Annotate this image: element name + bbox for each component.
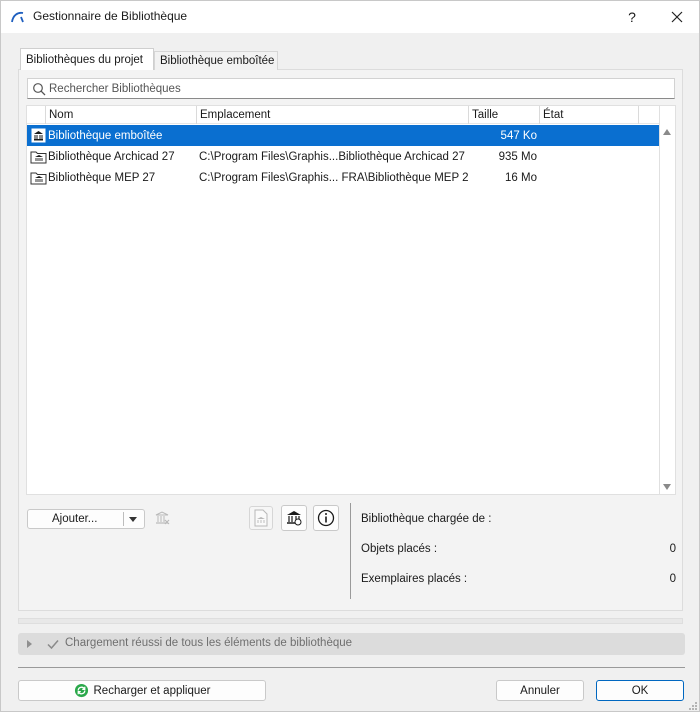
close-button[interactable] xyxy=(666,6,688,28)
tab-embedded-library[interactable]: Bibliothèque emboîtée xyxy=(154,51,278,70)
table-row[interactable]: Bibliothèque emboîtée 547 Ko xyxy=(27,125,659,146)
ok-button[interactable]: OK xyxy=(596,680,684,701)
row-size: 935 Mo xyxy=(498,150,537,163)
reload-icon xyxy=(74,683,88,698)
table-row[interactable]: Bibliothèque MEP 27 C:\Program Files\Gra… xyxy=(27,167,659,188)
info-divider xyxy=(350,503,351,599)
remove-library-button[interactable] xyxy=(150,506,174,530)
expand-arrow-icon[interactable] xyxy=(27,640,32,648)
placed-instances-value: 0 xyxy=(669,573,676,585)
new-library-icon xyxy=(254,509,268,527)
resize-grip-icon[interactable] xyxy=(688,701,698,711)
library-manage-icon xyxy=(287,511,302,526)
placed-objects-label: Objets placés : xyxy=(361,543,438,555)
new-library-button[interactable] xyxy=(249,506,273,530)
status-text: Chargement réussi de tous les éléments d… xyxy=(65,637,353,649)
status-bar[interactable]: Chargement réussi de tous les éléments d… xyxy=(18,633,685,655)
loaded-from-label: Bibliothèque chargée de : xyxy=(361,513,492,525)
scroll-up-arrow-icon[interactable] xyxy=(663,129,671,135)
table-header: Nom Emplacement Taille État xyxy=(27,106,659,124)
placed-objects-value: 0 xyxy=(669,543,676,555)
library-table: Nom Emplacement Taille État Bibliothèque… xyxy=(26,105,660,495)
help-button[interactable]: ? xyxy=(621,6,643,28)
library-manage-button[interactable] xyxy=(281,505,307,531)
tab-project-libraries[interactable]: Bibliothèques du projet xyxy=(20,48,154,70)
search-input[interactable] xyxy=(49,80,669,97)
column-header-state[interactable]: État xyxy=(540,106,639,124)
row-state xyxy=(542,146,637,167)
scroll-down-arrow-icon[interactable] xyxy=(663,484,671,490)
search-icon xyxy=(33,83,46,96)
footer-divider xyxy=(18,667,685,668)
cancel-button[interactable]: Annuler xyxy=(496,680,584,701)
row-size: 16 Mo xyxy=(505,171,537,184)
column-header-location[interactable]: Emplacement xyxy=(197,106,469,124)
info-icon xyxy=(317,509,335,527)
row-location: C:\Program Files\Graphis... FRA\Biblioth… xyxy=(199,171,469,184)
title-bar: Gestionnaire de Bibliothèque ? xyxy=(1,1,699,33)
column-header-size[interactable]: Taille xyxy=(469,106,540,124)
table-scrollbar[interactable] xyxy=(660,105,676,495)
library-manager-dialog: Gestionnaire de Bibliothèque ? Bibliothè… xyxy=(0,0,700,712)
window-title: Gestionnaire de Bibliothèque xyxy=(33,9,188,23)
row-name: Bibliothèque Archicad 27 xyxy=(48,150,175,163)
table-row[interactable]: Bibliothèque Archicad 27 C:\Program File… xyxy=(27,146,659,167)
chevron-down-icon[interactable] xyxy=(129,517,137,522)
column-header-name[interactable]: Nom xyxy=(46,106,197,124)
remove-library-icon xyxy=(155,511,170,525)
panel-footer xyxy=(18,618,683,624)
row-location xyxy=(199,125,469,146)
row-name: Bibliothèque MEP 27 xyxy=(48,171,156,184)
search-box xyxy=(27,78,675,99)
row-size: 547 Ko xyxy=(500,129,537,142)
add-library-button[interactable]: Ajouter... xyxy=(27,509,145,529)
folder-library-icon xyxy=(29,167,47,188)
reload-apply-button[interactable]: Recharger et appliquer xyxy=(18,680,266,701)
add-library-label: Ajouter... xyxy=(52,513,98,525)
info-button[interactable] xyxy=(313,505,339,531)
embedded-library-icon xyxy=(29,125,47,146)
row-location: C:\Program Files\Graphis...Bibliothèque … xyxy=(199,150,465,163)
placed-instances-label: Exemplaires placés : xyxy=(361,573,468,585)
row-state xyxy=(542,167,637,188)
row-name: Bibliothèque emboîtée xyxy=(48,129,163,142)
close-icon xyxy=(671,11,683,23)
archicad-logo-icon xyxy=(11,11,24,23)
folder-library-icon xyxy=(29,146,47,167)
column-header-icon[interactable] xyxy=(27,106,46,124)
checkmark-icon xyxy=(47,640,59,650)
row-state xyxy=(542,125,637,146)
reload-apply-label: Recharger et appliquer xyxy=(93,684,211,697)
split-button-divider xyxy=(123,512,124,526)
